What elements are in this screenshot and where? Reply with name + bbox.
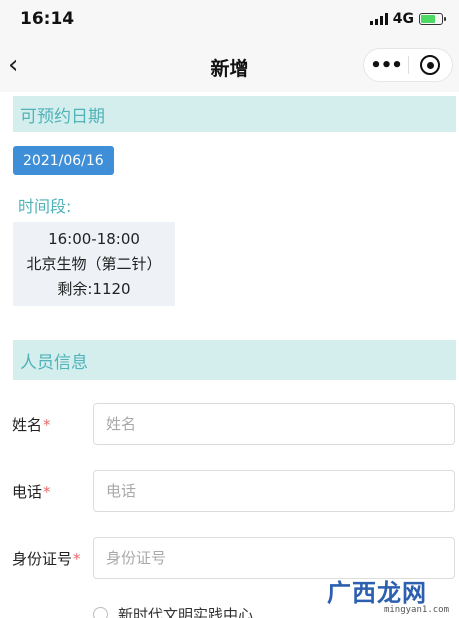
more-icon[interactable]: ••• xyxy=(364,55,408,76)
required-mark: * xyxy=(73,550,81,568)
phone-row: 电话* xyxy=(0,470,459,512)
time-slot-card[interactable]: 16:00-18:00 北京生物（第二针） 剩余:1120 xyxy=(13,222,175,306)
navigation-bar: ‹ 新增 ••• xyxy=(0,40,459,92)
time-slot-label: 时间段: xyxy=(18,197,72,216)
watermark-text: 广西龙网 xyxy=(327,579,427,607)
name-row: 姓名* xyxy=(0,403,459,445)
slot-remaining: 剩余:1120 xyxy=(57,280,131,298)
radio-icon[interactable] xyxy=(93,606,108,618)
location-option-label: 新时代文明实践中心 xyxy=(118,605,254,618)
section-header-available-dates: 可预约日期 xyxy=(13,96,456,132)
name-label: 姓名* xyxy=(12,416,51,434)
id-number-label: 身份证号* xyxy=(12,550,81,568)
name-input[interactable] xyxy=(93,403,455,445)
signal-icon xyxy=(369,13,388,25)
section-header-person-info: 人员信息 xyxy=(13,340,456,380)
watermark: 广西龙网 mingyan1.com xyxy=(323,573,453,615)
watermark-url: mingyan1.com xyxy=(383,605,449,615)
network-type: 4G xyxy=(392,11,414,27)
slot-time: 16:00-18:00 xyxy=(48,230,140,248)
mini-program-capsule: ••• xyxy=(363,48,453,82)
phone-label: 电话* xyxy=(12,483,51,501)
battery-icon xyxy=(419,13,446,25)
required-mark: * xyxy=(43,483,51,501)
required-mark: * xyxy=(43,416,51,434)
location-option[interactable]: 新时代文明实践中心 xyxy=(93,604,253,618)
phone-input[interactable] xyxy=(93,470,455,512)
status-time: 16:14 xyxy=(20,9,75,29)
date-chip[interactable]: 2021/06/16 xyxy=(13,146,114,175)
status-indicators: 4G xyxy=(369,11,446,27)
status-bar: 16:14 4G xyxy=(0,0,459,40)
slot-vaccine: 北京生物（第二针） xyxy=(26,255,162,273)
target-icon xyxy=(420,55,441,75)
close-mini-program-button[interactable] xyxy=(409,55,452,75)
